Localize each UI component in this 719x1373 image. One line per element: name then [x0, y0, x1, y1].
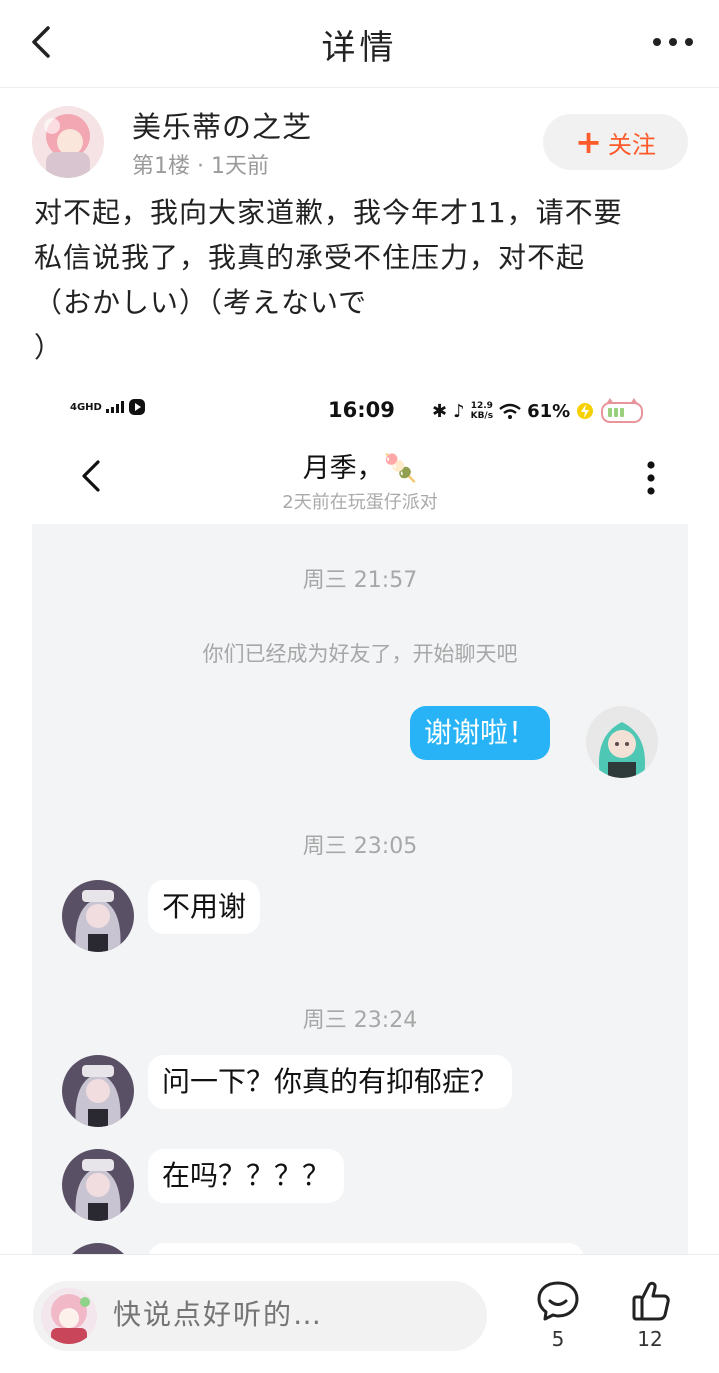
chat-header: 月季，🍡 2天前在玩蛋仔派对 [32, 438, 688, 524]
more-options-icon[interactable] [651, 30, 695, 54]
post-content: 对不起，我向大家道歉，我今年才11，请不要 私信说我了，我真的承受不住压力，对不… [34, 190, 684, 370]
chat-timestamp: 周三 23:24 [302, 1008, 418, 1033]
author-avatar[interactable] [32, 106, 104, 178]
my-avatar[interactable] [586, 706, 658, 778]
chat-body[interactable]: 周三 21:57 你们已经成为好友了，开始聊天吧 谢谢啦！ 周三 23:05 不… [32, 524, 688, 1254]
system-message: 你们已经成为好友了，开始聊天吧 [202, 642, 518, 666]
network-indicator: 4GHD [70, 398, 146, 416]
status-bar: 4GHD 16:09 ✱ ♪ 12.9 KB/s 61% [32, 384, 688, 438]
wifi-icon [499, 403, 521, 419]
net-speed-unit: KB/s [470, 411, 494, 421]
author-name[interactable]: 美乐蒂の之芝 [132, 104, 312, 146]
comment-count: 5 [551, 1327, 565, 1351]
mute-icon: ♪ [453, 400, 465, 422]
contact-avatar[interactable] [62, 1149, 134, 1221]
comment-icon [537, 1281, 579, 1321]
chat-timestamp: 周三 21:57 [302, 568, 418, 593]
follow-button[interactable]: + 关注 [543, 114, 688, 170]
post-header: 美乐蒂の之芝 第1楼 · 1天前 + 关注 [0, 88, 719, 188]
network-label: 4GHD [70, 401, 102, 413]
contact-avatar[interactable] [62, 1055, 134, 1127]
top-bar: 详情 [0, 0, 719, 88]
bluetooth-icon: ✱ [432, 400, 448, 422]
my-avatar-small [41, 1288, 97, 1344]
message-bubble-received[interactable]: 问一下？你真的有抑郁症？ [148, 1055, 513, 1109]
status-right: ✱ ♪ 12.9 KB/s 61% [432, 398, 646, 424]
bottom-bar: 5 12 [0, 1254, 719, 1373]
contact-avatar [62, 1243, 134, 1254]
like-count: 12 [637, 1327, 663, 1351]
signal-icon [105, 401, 124, 413]
chat-contact-name: 月季，🍡 [302, 453, 418, 484]
post-line: ） [34, 331, 64, 364]
like-button[interactable]: 12 [620, 1279, 680, 1359]
chat-contact-status: 2天前在玩蛋仔派对 [282, 492, 438, 513]
post-line: 对不起，我向大家道歉，我今年才11，请不要 [34, 196, 623, 229]
message-bubble-sent[interactable]: 谢谢啦！ [410, 706, 551, 760]
message-bubble-received[interactable]: 在吗？？？？ [148, 1149, 345, 1203]
thumbs-up-icon [632, 1281, 670, 1321]
play-icon [128, 399, 145, 415]
follow-label: 关注 [607, 130, 656, 159]
chat-timestamp: 周三 23:05 [302, 834, 418, 859]
contact-avatar[interactable] [62, 880, 134, 952]
chat-more-icon[interactable] [646, 460, 656, 496]
net-speed-value: 12.9 [470, 401, 493, 411]
comment-button[interactable]: 5 [528, 1279, 588, 1359]
battery-percent: 61% [527, 400, 571, 422]
comment-input-pill[interactable] [33, 1281, 487, 1351]
post-line: （おかしい）（考えないで [34, 286, 368, 319]
comment-input[interactable] [113, 1298, 473, 1331]
post-meta: 第1楼 · 1天前 [132, 154, 269, 179]
message-bubble-received[interactable]: 不用谢 [148, 880, 261, 934]
charging-icon [577, 403, 594, 419]
status-time: 16:09 [328, 398, 395, 422]
post-line: 私信说我了，我真的承受不住压力，对不起 [34, 241, 586, 274]
net-speed: 12.9 KB/s [471, 401, 493, 421]
message-bubble-received [148, 1243, 584, 1254]
page-title: 详情 [321, 28, 398, 68]
battery-icon [601, 398, 644, 423]
embedded-screenshot[interactable]: 4GHD 16:09 ✱ ♪ 12.9 KB/s 61% 月季，🍡 2天前在玩蛋… [32, 384, 688, 1254]
plus-icon: + [575, 123, 602, 161]
